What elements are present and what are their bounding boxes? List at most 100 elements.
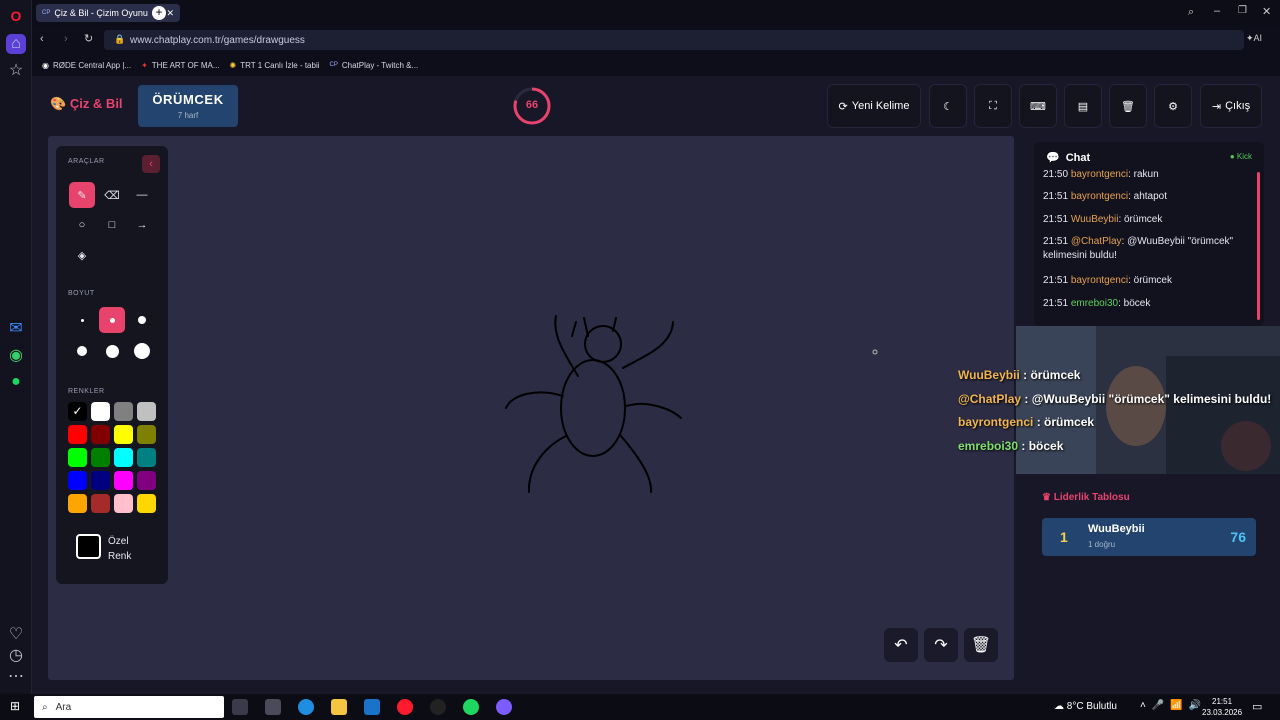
circle-tool[interactable]: ○	[69, 212, 95, 238]
search-tabs-icon[interactable]: ⌕	[1188, 6, 1194, 19]
bookmark-icon: ✦	[141, 60, 148, 70]
bookmark-item[interactable]: ◉ RØDE Central App |...	[42, 61, 131, 70]
size-option[interactable]	[99, 307, 125, 333]
fill-tool[interactable]: ◈	[69, 242, 95, 268]
size-option[interactable]	[99, 338, 125, 364]
chat-message: 21:51 emreboi30: böcek	[1043, 298, 1151, 309]
color-swatch[interactable]	[68, 448, 87, 467]
delete-button[interactable]: 🗑	[1109, 84, 1147, 128]
timer-value: 66	[525, 99, 539, 111]
clock[interactable]: 21:51 23.03.2026	[1202, 696, 1242, 718]
color-swatch[interactable]	[91, 494, 110, 513]
star-icon[interactable]: ☆	[6, 60, 26, 80]
color-swatch[interactable]	[137, 448, 156, 467]
file-explorer-icon[interactable]	[331, 699, 347, 715]
color-swatch[interactable]	[91, 448, 110, 467]
custom-color-label-1: Özel	[108, 536, 129, 547]
keyboard-button[interactable]: ⌨	[1019, 84, 1057, 128]
eraser-tool[interactable]: ⌫	[99, 182, 125, 208]
weather-widget[interactable]: ☁ 8°C Bulutlu	[1054, 701, 1117, 712]
windows-start-icon[interactable]: ⊞	[10, 699, 20, 713]
chat-scrollbar[interactable]	[1257, 172, 1260, 320]
bookmark-item[interactable]: ✺ TRT 1 Canlı İzle - tabii	[230, 61, 320, 70]
widgets-icon[interactable]	[265, 699, 281, 715]
bookmark-item[interactable]: CP ChatPlay - Twitch &...	[330, 61, 419, 70]
color-swatch[interactable]	[137, 425, 156, 444]
forward-icon[interactable]: ›	[64, 33, 68, 45]
word-card: ÖRÜMCEK 7 harf	[138, 85, 238, 127]
arrow-tool[interactable]: →	[129, 212, 155, 238]
aria-ai-button[interactable]: ✦AI	[1246, 33, 1262, 44]
task-view-icon[interactable]	[232, 699, 248, 715]
archive-button[interactable]: ▤	[1064, 84, 1102, 128]
new-tab-button[interactable]: +	[152, 6, 166, 20]
url-text: www.chatplay.com.tr/games/drawguess	[130, 34, 305, 46]
custom-color-swatch[interactable]	[76, 534, 101, 559]
color-swatch[interactable]	[114, 471, 133, 490]
messenger-icon[interactable]: ✉	[6, 318, 26, 338]
restore-icon[interactable]: ❐	[1238, 5, 1247, 16]
close-window-icon[interactable]: ✕	[1262, 5, 1271, 18]
whatsapp-icon[interactable]: ◉	[6, 345, 26, 365]
color-swatch[interactable]	[91, 402, 110, 421]
close-tab-icon[interactable]: ✕	[166, 8, 174, 19]
color-swatch[interactable]	[114, 448, 133, 467]
history-icon[interactable]: ◷	[6, 645, 26, 665]
trash-icon: 🗑	[970, 637, 992, 654]
color-swatch[interactable]	[114, 494, 133, 513]
color-swatch[interactable]	[68, 471, 87, 490]
fullscreen-button[interactable]: ⛶	[974, 84, 1012, 128]
color-swatch[interactable]	[114, 402, 133, 421]
opera-logo-icon[interactable]: O	[6, 6, 26, 26]
color-swatch[interactable]	[137, 402, 156, 421]
size-option[interactable]	[129, 307, 155, 333]
edge-icon[interactable]	[298, 699, 314, 715]
discord-icon[interactable]	[496, 699, 512, 715]
exit-button[interactable]: ⇥ Çıkış	[1200, 84, 1262, 128]
collapse-panel-button[interactable]: ‹	[142, 155, 160, 173]
settings-button[interactable]: ⚙	[1154, 84, 1192, 128]
color-swatch[interactable]	[137, 471, 156, 490]
system-tray-icons[interactable]: ˄🎤📶🔊	[1140, 700, 1207, 711]
heart-icon[interactable]: ♡	[6, 624, 26, 644]
new-word-button[interactable]: ⟳ Yeni Kelime	[827, 84, 921, 128]
color-swatch[interactable]	[68, 494, 87, 513]
dark-mode-button[interactable]: ☾	[929, 84, 967, 128]
clear-canvas-button[interactable]: 🗑	[964, 628, 998, 662]
more-icon[interactable]: ⋯	[6, 666, 26, 686]
size-option[interactable]	[129, 338, 155, 364]
color-swatch[interactable]: ✓	[68, 402, 87, 421]
home-icon[interactable]: ⌂	[6, 34, 26, 54]
logo-text: Çiz & Bil	[69, 96, 123, 111]
line-tool[interactable]: —	[129, 182, 155, 208]
outlook-icon[interactable]	[364, 699, 380, 715]
spotify-taskbar-icon[interactable]	[463, 699, 479, 715]
color-swatch[interactable]	[137, 494, 156, 513]
obs-icon[interactable]	[430, 699, 446, 715]
taskbar-search-field[interactable]: ⌕ Ara	[34, 696, 224, 718]
brush-tool[interactable]: ✎	[69, 182, 95, 208]
search-placeholder: Ara	[55, 701, 72, 713]
drawguess-app: 🎨 Çiz & Bil ÖRÜMCEK 7 harf 66 ⟳ Yeni Keli…	[32, 76, 1280, 694]
overlay-line: WuuBeybii : örümcek	[958, 368, 1081, 382]
color-swatch[interactable]	[91, 471, 110, 490]
back-icon[interactable]: ‹	[40, 33, 44, 45]
redo-button[interactable]: ↷	[924, 628, 958, 662]
undo-button[interactable]: ↶	[884, 628, 918, 662]
color-swatch[interactable]	[91, 425, 110, 444]
url-field[interactable]: 🔒 www.chatplay.com.tr/games/drawguess	[104, 30, 1244, 50]
opera-taskbar-icon[interactable]	[397, 699, 413, 715]
reload-icon[interactable]: ↻	[84, 32, 93, 45]
size-option[interactable]	[69, 307, 95, 333]
drawing-canvas[interactable]	[48, 136, 1014, 680]
rectangle-tool[interactable]: □	[99, 212, 125, 238]
notifications-icon[interactable]: ▭	[1252, 700, 1262, 713]
bookmark-item[interactable]: ✦ THE ART OF MA...	[141, 61, 219, 70]
minimize-icon[interactable]: –	[1214, 5, 1220, 17]
color-swatch[interactable]	[68, 425, 87, 444]
leaderboard-row: 1 WuuBeybii 1 doğru 76	[1042, 518, 1256, 556]
custom-color-label[interactable]: Özel Renk	[108, 534, 131, 564]
color-swatch[interactable]	[114, 425, 133, 444]
size-option[interactable]	[69, 338, 95, 364]
spotify-icon[interactable]: ●	[6, 372, 26, 392]
